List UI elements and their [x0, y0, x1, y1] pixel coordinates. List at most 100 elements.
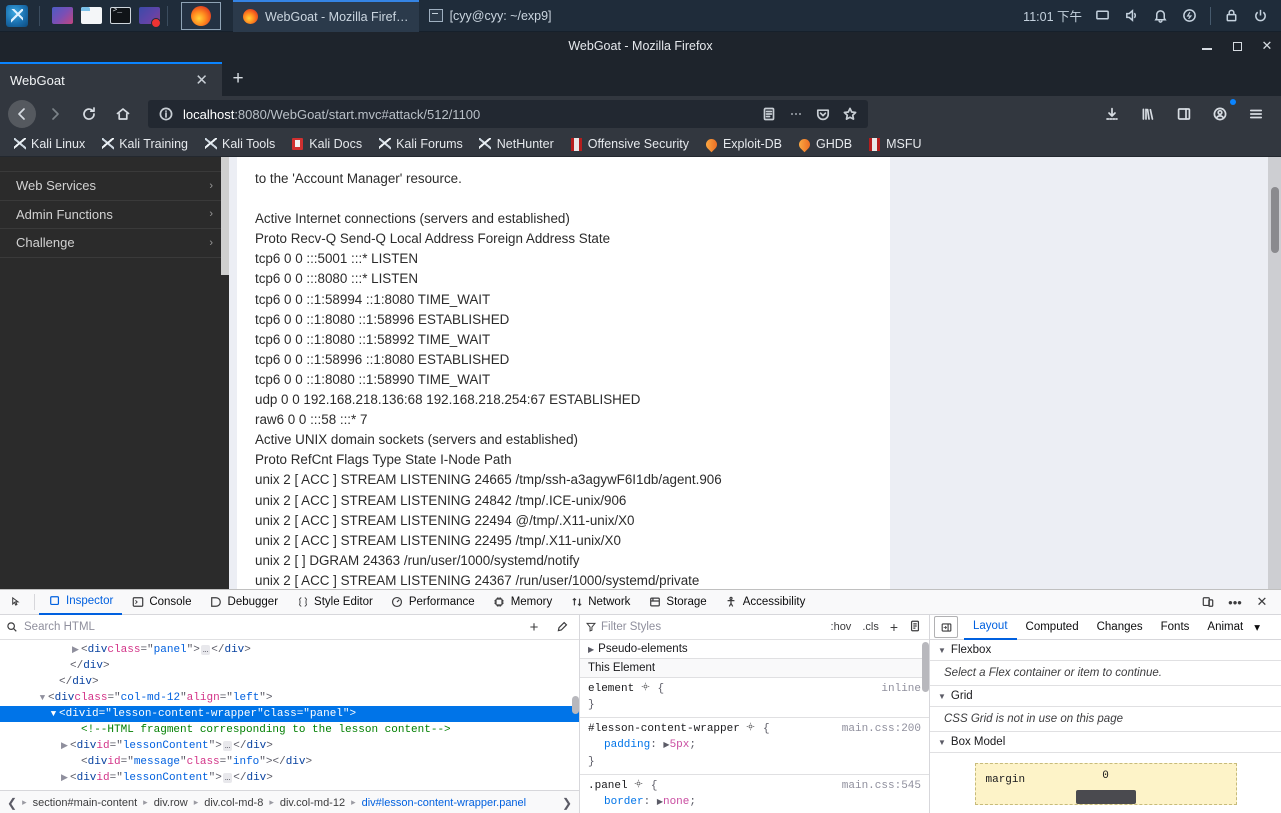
devtools-tab-performance[interactable]: Performance — [382, 590, 484, 615]
box-model-section-header[interactable]: ▼ Box Model — [930, 732, 1281, 753]
dom-node[interactable]: < div id =" message " class =" info "></div > — [0, 754, 579, 770]
remote-desktop-icon[interactable] — [136, 4, 162, 28]
breadcrumb-item[interactable]: section#main-content — [29, 796, 142, 810]
back-button[interactable] — [8, 100, 36, 128]
bookmark-offensive-security[interactable]: Offensive Security — [563, 135, 696, 153]
dom-node[interactable]: ▶ < div class =" panel ">… </div > — [0, 642, 579, 658]
pseudo-elements-section[interactable]: ▶ Pseudo-elements — [580, 640, 929, 659]
devtools-tab-debugger[interactable]: Debugger — [201, 590, 288, 615]
gear-icon[interactable] — [641, 681, 651, 691]
css-value[interactable]: none — [663, 796, 689, 808]
devtools-tab-inspector[interactable]: Inspector — [39, 590, 123, 615]
sidebar-item-admin-functions[interactable]: Admin Functions › — [0, 201, 229, 229]
info-circle-icon[interactable] — [156, 104, 176, 124]
breadcrumb-item[interactable]: div.row — [150, 796, 192, 810]
firefox-icon[interactable] — [181, 1, 221, 30]
tab-webgoat[interactable]: WebGoat ✕ — [0, 62, 222, 96]
bookmark-kali-forums[interactable]: Kali Forums — [371, 135, 470, 153]
bookmark-exploit-db[interactable]: Exploit-DB — [698, 135, 789, 153]
css-source[interactable]: inline — [881, 681, 921, 697]
add-rule-button[interactable]: + — [888, 619, 900, 635]
minimize-button[interactable] — [1199, 38, 1215, 54]
close-devtools-icon[interactable]: ✕ — [1250, 590, 1274, 614]
gear-icon[interactable] — [634, 778, 644, 788]
devtools-tab-style-editor[interactable]: Style Editor — [287, 590, 382, 615]
dom-node[interactable]: <!--HTML fragment corresponding to the l… — [0, 722, 579, 738]
breadcrumb-item[interactable]: div.col-md-12 — [276, 796, 349, 810]
url-bar[interactable]: localhost:8080/WebGoat/start.mvc#attack/… — [148, 100, 868, 128]
gear-icon[interactable] — [746, 721, 756, 731]
css-source[interactable]: main.css:200 — [842, 721, 921, 737]
sidebar-item-challenge[interactable]: Challenge › — [0, 229, 229, 258]
power-icon[interactable] — [1181, 7, 1198, 24]
new-tab-button[interactable]: + — [222, 62, 254, 96]
maximize-button[interactable] — [1229, 38, 1245, 54]
dom-node[interactable]: </div > — [0, 674, 579, 690]
bookmark-kali-docs[interactable]: Kali Docs — [284, 135, 369, 153]
add-node-button[interactable]: + — [523, 616, 545, 638]
page-scrollbar-thumb[interactable] — [1271, 187, 1279, 253]
dom-node-selected[interactable]: ▼ < div id =" lesson-content-wrapper " class =… — [0, 706, 579, 722]
breadcrumb-prev-button[interactable]: ❮ — [4, 796, 20, 810]
close-icon[interactable]: ✕ — [191, 73, 212, 88]
layout-tab-changes[interactable]: Changes — [1088, 615, 1152, 640]
css-rule-panel[interactable]: .panel { main.css:545 border: ▶none; box… — [580, 775, 929, 813]
breadcrumb-next-button[interactable]: ❯ — [559, 796, 575, 810]
bookmark-kali-training[interactable]: Kali Training — [94, 135, 195, 153]
css-property[interactable]: border — [604, 796, 644, 808]
box-model-border-box[interactable] — [1075, 790, 1136, 804]
layout-tab-layout[interactable]: Layout — [964, 615, 1017, 640]
css-source[interactable]: main.css:545 — [842, 778, 921, 794]
chevron-right-icon[interactable]: ▶ — [70, 642, 81, 658]
reload-button[interactable] — [74, 100, 104, 128]
css-value[interactable]: 5px — [670, 739, 690, 751]
library-icon[interactable] — [1133, 100, 1163, 128]
window-button-terminal[interactable]: [cyy@cyy: ~/exp9] — [419, 0, 562, 32]
page-scrollbar[interactable] — [1268, 157, 1281, 594]
devtools-tab-storage[interactable]: Storage — [639, 590, 715, 615]
reader-mode-icon[interactable] — [759, 104, 779, 124]
grid-section-header[interactable]: ▼ Grid — [930, 686, 1281, 707]
toggle-sidebar-icon[interactable] — [934, 616, 958, 638]
sidebar-icon[interactable] — [1169, 100, 1199, 128]
star-icon[interactable] — [840, 104, 860, 124]
logout-icon[interactable] — [1252, 7, 1269, 24]
markup-scrollbar-thumb[interactable] — [572, 696, 579, 714]
layout-tab-fonts[interactable]: Fonts — [1152, 615, 1199, 640]
breadcrumb-item[interactable]: div.col-md-8 — [200, 796, 267, 810]
flexbox-section-header[interactable]: ▼ Flexbox — [930, 640, 1281, 661]
bookmark-nethunter[interactable]: NetHunter — [472, 135, 561, 153]
dom-tree[interactable]: ▶ < div class =" panel ">… </div > </div > </div > ▼… — [0, 640, 579, 790]
menu-icon[interactable] — [1241, 100, 1271, 128]
bookmark-kali-tools[interactable]: Kali Tools — [197, 135, 282, 153]
css-rule-element[interactable]: element { inline } — [580, 678, 929, 718]
bookmark-msfu[interactable]: MSFU — [861, 135, 928, 153]
classes-button[interactable]: .cls — [860, 621, 881, 633]
chevron-right-icon[interactable]: ▶ — [59, 738, 70, 754]
terminal-icon[interactable] — [107, 4, 133, 28]
sidebar-scrollbar-thumb[interactable] — [221, 157, 229, 275]
margin-top-value[interactable]: 0 — [1102, 770, 1109, 782]
sidebar-scrollbar[interactable] — [221, 157, 229, 594]
responsive-design-icon[interactable] — [1196, 590, 1220, 614]
styles-scrollbar-thumb[interactable] — [922, 642, 929, 692]
devtools-tab-memory[interactable]: Memory — [484, 590, 562, 615]
account-icon[interactable] — [1205, 99, 1236, 128]
chevron-down-icon[interactable]: ▼ — [48, 706, 59, 722]
page-actions-icon[interactable] — [786, 104, 806, 124]
css-property[interactable]: padding — [604, 739, 650, 751]
chevron-down-icon[interactable]: ▼ — [37, 690, 48, 706]
markup-scrollbar[interactable] — [572, 640, 579, 790]
lock-icon[interactable] — [1223, 7, 1240, 24]
layout-tab-computed[interactable]: Computed — [1017, 615, 1088, 640]
notification-bell-icon[interactable] — [1152, 7, 1169, 24]
downloads-icon[interactable] — [1097, 100, 1127, 128]
close-button[interactable]: ✕ — [1259, 38, 1275, 54]
volume-icon[interactable] — [1123, 7, 1140, 24]
layout-tab-animat[interactable]: Animat — [1198, 615, 1252, 640]
dom-node[interactable]: ▶ < div id =" lessonContent ">… </div > — [0, 770, 579, 786]
eyedropper-icon[interactable] — [551, 616, 573, 638]
files-icon[interactable] — [78, 4, 104, 28]
bookmark-kali-linux[interactable]: Kali Linux — [6, 135, 92, 153]
dom-node[interactable]: ▼ < div class =" col-md-12 " align =" left "> — [0, 690, 579, 706]
